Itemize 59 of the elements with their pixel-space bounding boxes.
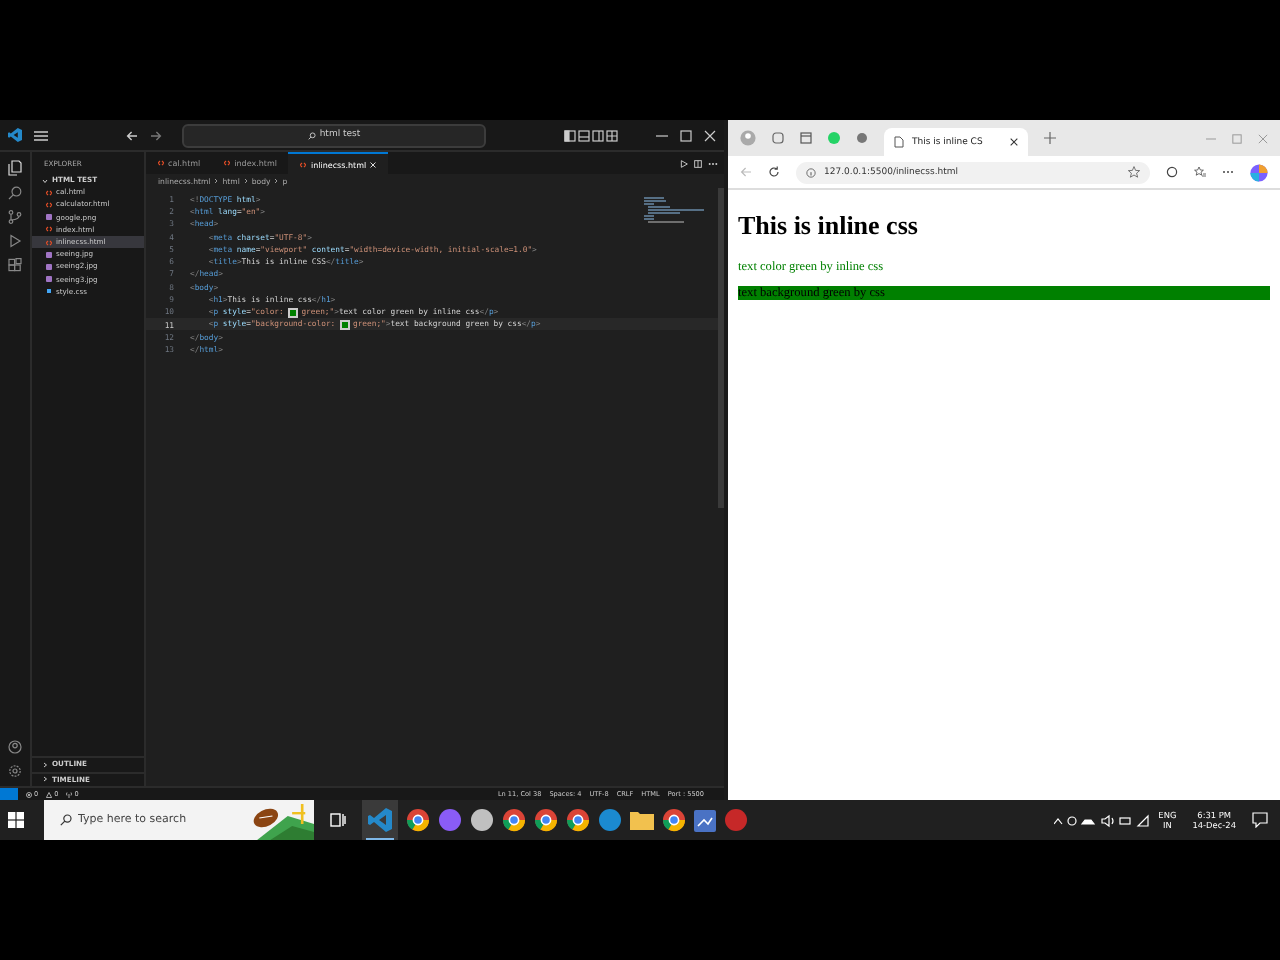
folder-icon[interactable]: [630, 810, 654, 830]
vscode-logo-icon: [8, 128, 22, 142]
info-icon[interactable]: [806, 167, 816, 177]
copilot-icon[interactable]: [1250, 163, 1268, 181]
forward-arrow-icon[interactable]: [150, 129, 162, 141]
files-icon[interactable]: [8, 160, 22, 176]
workspaces-icon[interactable]: [772, 132, 784, 144]
settings-icon[interactable]: [8, 764, 22, 778]
html-file-icon: [300, 161, 307, 167]
chrome-icon[interactable]: [534, 808, 558, 832]
menu-icon[interactable]: [34, 129, 48, 141]
html-file-icon: [224, 160, 231, 166]
run-icon[interactable]: [680, 159, 688, 167]
recorder-icon[interactable]: [724, 808, 748, 832]
html-file-icon: [46, 201, 52, 208]
new-tab-icon[interactable]: [1044, 132, 1056, 144]
photo-app-icon[interactable]: [694, 809, 716, 831]
favorite-star-icon[interactable]: [1128, 166, 1140, 178]
close-icon[interactable]: [1010, 138, 1018, 146]
chrome-icon[interactable]: [566, 808, 590, 832]
tray-icons-drawing[interactable]: [1054, 813, 1151, 827]
split-editor-icon[interactable]: [694, 159, 702, 167]
task-view-icon[interactable]: [330, 812, 346, 828]
html-file-icon: [46, 226, 52, 233]
vscode-taskbar-icon[interactable]: [362, 800, 398, 840]
source-control-icon[interactable]: [8, 210, 22, 224]
chrome-icon[interactable]: [406, 808, 430, 832]
chrome-icon[interactable]: [662, 808, 686, 832]
refresh-icon[interactable]: [768, 166, 780, 178]
account-icon[interactable]: [8, 740, 22, 754]
extensions-icon[interactable]: [8, 258, 22, 272]
search-icon: [307, 131, 316, 139]
html-file-icon: [46, 189, 52, 196]
chevron-icon: [42, 776, 48, 783]
back-arrow-icon[interactable]: [126, 129, 138, 141]
chevron-icon: [42, 761, 48, 768]
css-file-icon: [46, 288, 52, 295]
page-heading: This is inline css: [738, 210, 920, 242]
app-taskbar-icon[interactable]: [470, 808, 494, 832]
layout-icon[interactable]: [564, 129, 620, 141]
page-icon: [894, 136, 904, 148]
html-file-icon: [46, 239, 52, 246]
notifications-icon[interactable]: [1252, 812, 1268, 828]
html-file-icon: [158, 160, 164, 166]
minimize-icon[interactable]: [656, 129, 668, 141]
image-file-icon: [46, 214, 52, 221]
color-swatch[interactable]: [339, 319, 350, 330]
windows-start-icon[interactable]: [8, 812, 24, 828]
minimap-drawing: [644, 196, 704, 224]
copilot-taskbar-icon[interactable]: [438, 808, 462, 832]
favorites-icon[interactable]: [1194, 166, 1206, 178]
run-debug-icon[interactable]: [8, 234, 22, 248]
warning-icon[interactable]: [46, 791, 53, 797]
tab-actions-icon[interactable]: [800, 132, 812, 144]
color-swatch[interactable]: [288, 307, 299, 318]
error-icon[interactable]: [26, 791, 32, 797]
chrome-icon[interactable]: [502, 808, 526, 832]
maximize-icon[interactable]: [680, 129, 692, 141]
search-icon[interactable]: [8, 186, 22, 200]
